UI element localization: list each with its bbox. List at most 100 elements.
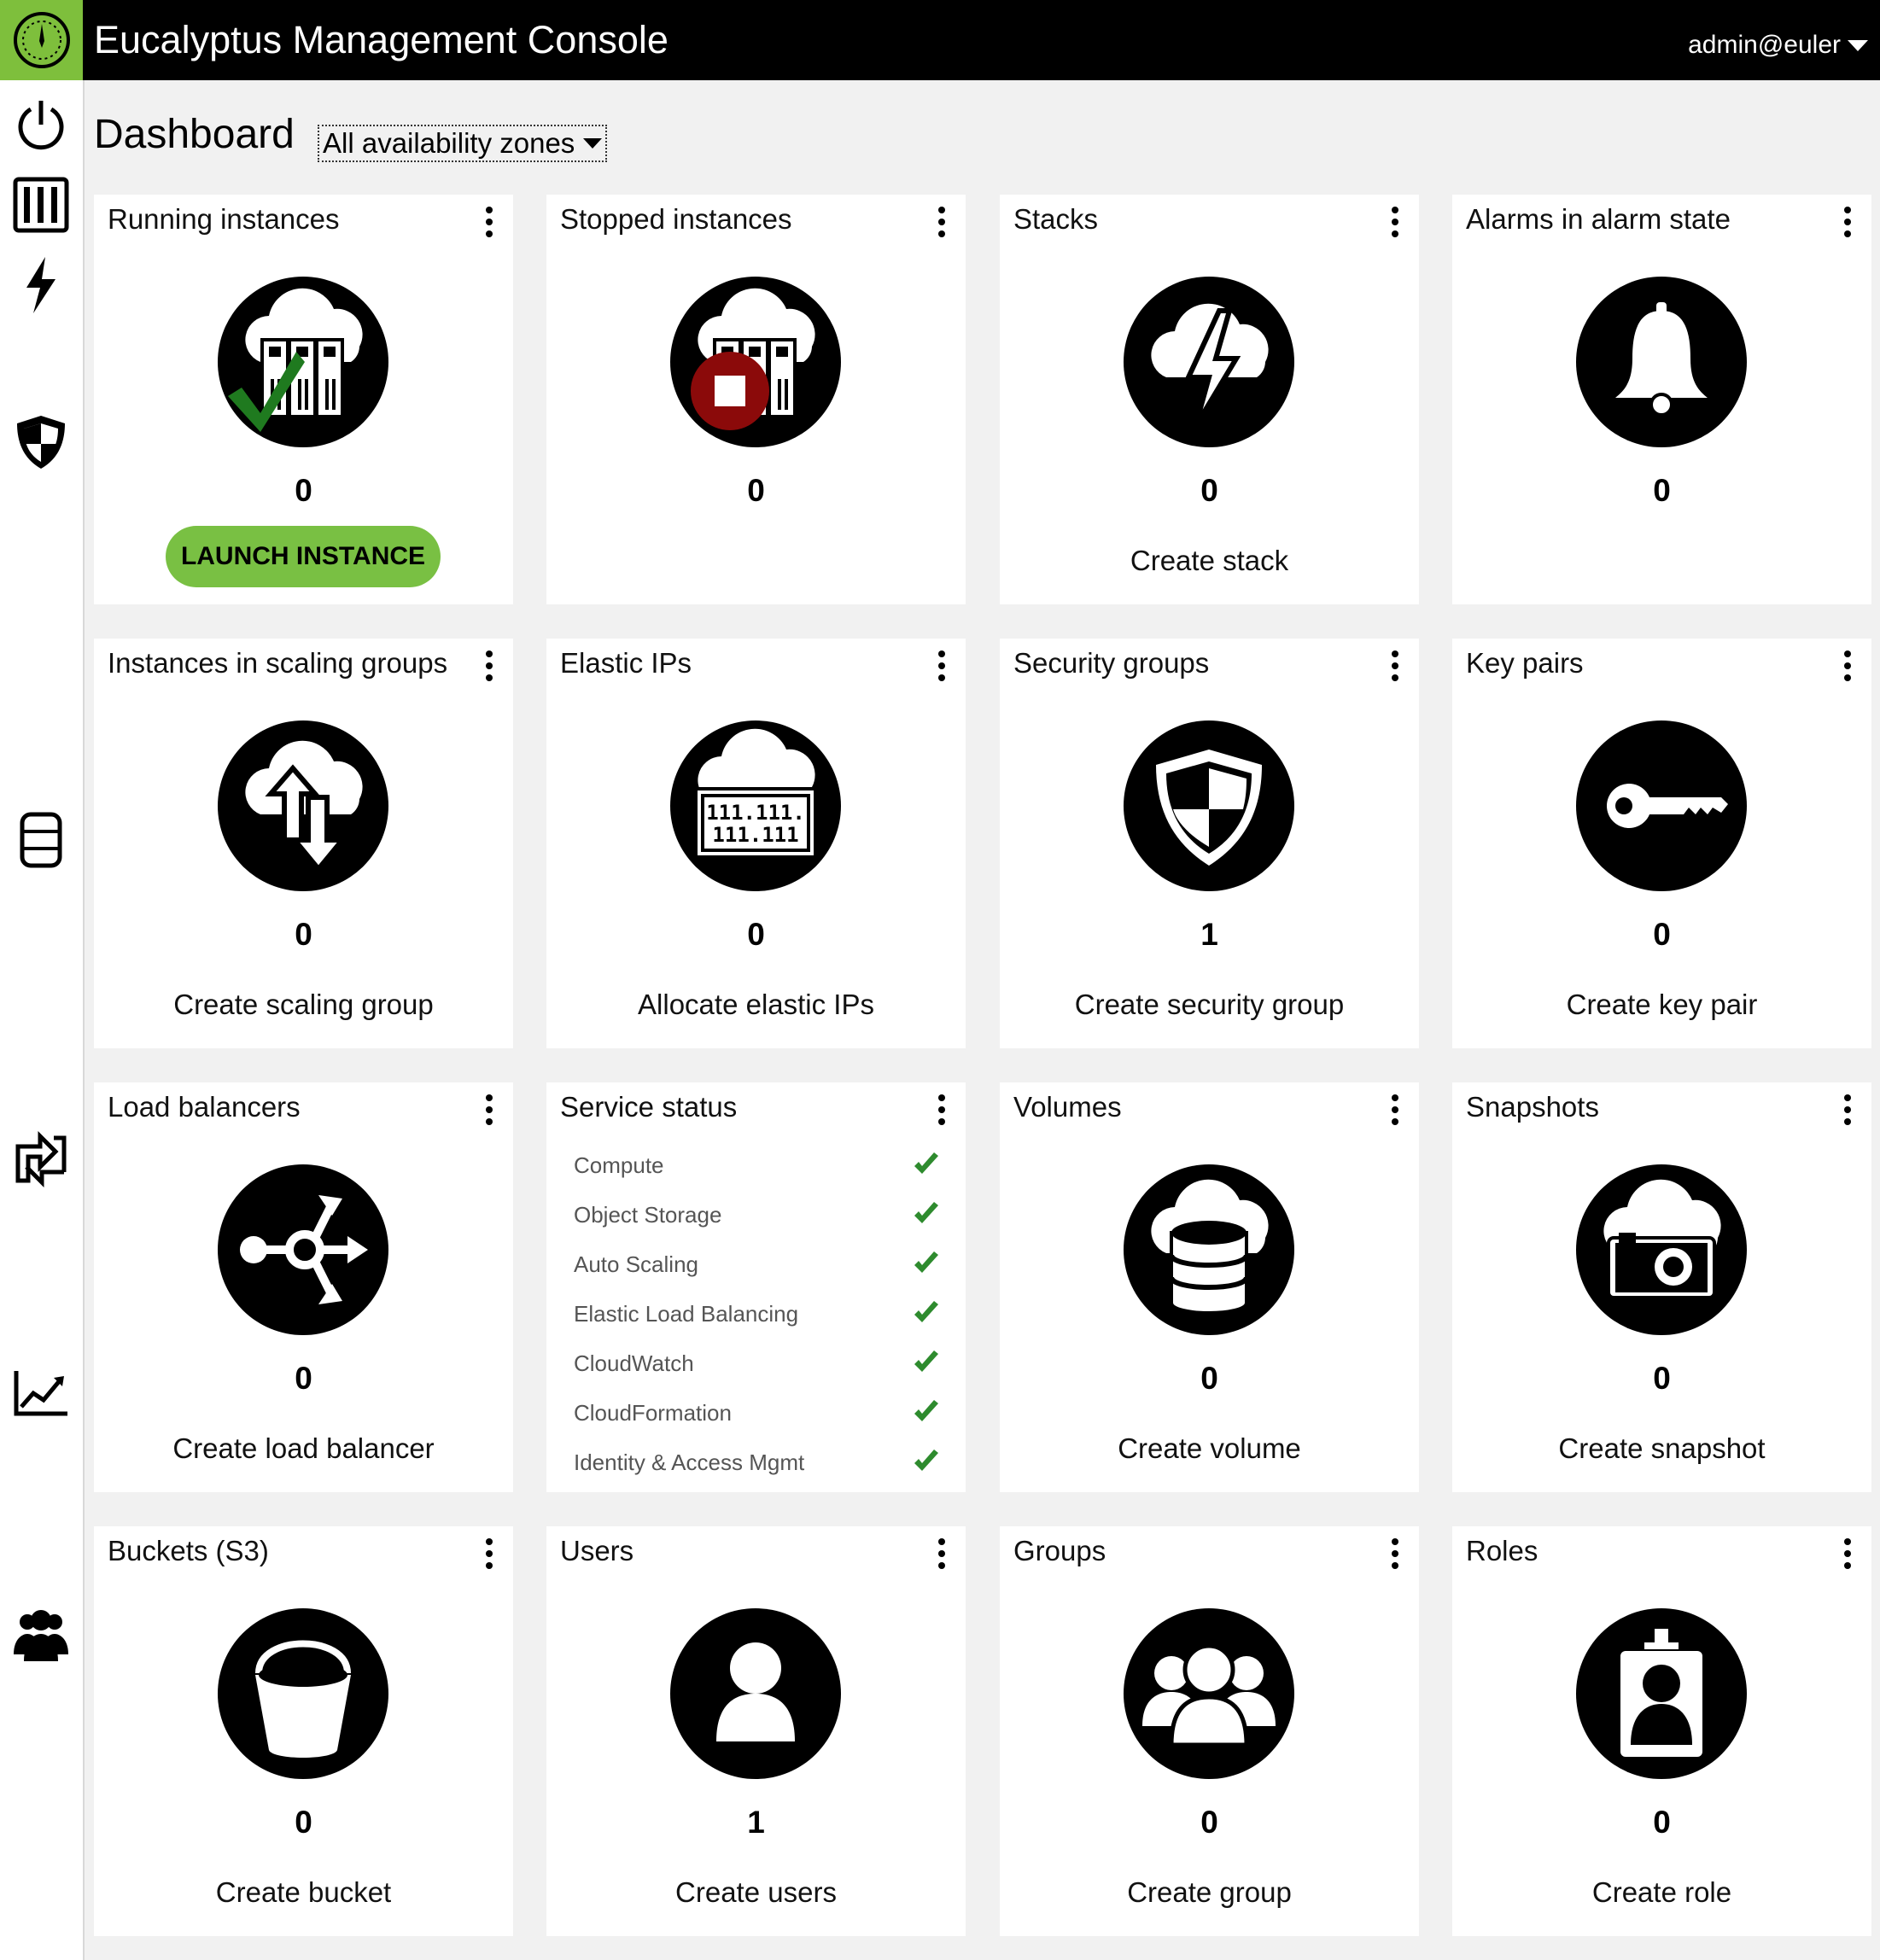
tile-title: Key pairs	[1466, 647, 1584, 679]
more-options-icon[interactable]	[484, 650, 494, 681]
more-options-icon[interactable]	[937, 1538, 947, 1569]
more-options-icon[interactable]	[937, 1094, 947, 1125]
tile-count: 0	[295, 1361, 312, 1396]
service-row: Identity & Access Mgmt	[574, 1438, 941, 1487]
more-options-icon[interactable]	[1390, 1094, 1400, 1125]
create-group-link[interactable]: Create group	[1000, 1876, 1419, 1909]
create-key-pair-link[interactable]: Create key pair	[1452, 989, 1871, 1021]
lightning-icon[interactable]	[9, 253, 73, 318]
more-options-icon[interactable]	[937, 650, 947, 681]
tile-stopped-instances: Stopped instances 0	[546, 195, 966, 604]
tile-title: Service status	[560, 1091, 738, 1123]
create-bucket-link[interactable]: Create bucket	[94, 1876, 513, 1909]
tile-buckets: Buckets (S3) 0 Create bucket	[94, 1526, 513, 1936]
scaling-group-icon[interactable]	[218, 720, 388, 891]
check-icon	[912, 1448, 941, 1477]
tile-title: Elastic IPs	[560, 647, 692, 679]
create-snapshot-link[interactable]: Create snapshot	[1452, 1432, 1871, 1465]
create-users-link[interactable]: Create users	[546, 1876, 966, 1909]
stacks-icon[interactable]	[1124, 277, 1294, 447]
create-security-group-link[interactable]: Create security group	[1000, 989, 1419, 1021]
elastic-ip-text-1: 111.111.	[706, 801, 805, 825]
create-load-balancer-link[interactable]: Create load balancer	[94, 1432, 513, 1465]
user-menu[interactable]: admin@euler	[1688, 0, 1868, 90]
more-options-icon[interactable]	[1390, 650, 1400, 681]
load-balancer-icon[interactable]	[218, 1164, 388, 1335]
check-icon	[912, 1349, 941, 1378]
users-icon[interactable]	[9, 1603, 73, 1668]
check-icon	[912, 1200, 941, 1229]
allocate-elastic-ips-link[interactable]: Allocate elastic IPs	[546, 989, 966, 1021]
user-icon[interactable]	[670, 1608, 841, 1779]
service-row: CloudFormation	[574, 1388, 941, 1438]
more-options-icon[interactable]	[1842, 207, 1853, 237]
service-row: Object Storage	[574, 1190, 941, 1240]
shield-icon[interactable]	[9, 410, 73, 475]
more-options-icon[interactable]	[1390, 207, 1400, 237]
availability-zone-value: All availability zones	[323, 127, 575, 159]
more-options-icon[interactable]	[1842, 1094, 1853, 1125]
top-bar: Eucalyptus Management Console admin@eule…	[0, 0, 1880, 80]
sidebar	[0, 80, 85, 1960]
tile-key-pairs: Key pairs 0 Create key pair	[1452, 639, 1871, 1048]
tile-title: Instances in scaling groups	[108, 647, 448, 679]
tile-title: Stacks	[1013, 203, 1099, 235]
chevron-down-icon	[583, 138, 603, 149]
more-options-icon[interactable]	[1842, 650, 1853, 681]
more-options-icon[interactable]	[1390, 1538, 1400, 1569]
tile-title: Users	[560, 1535, 634, 1566]
elastic-ip-text-2: 111.111	[712, 823, 798, 847]
more-options-icon[interactable]	[484, 207, 494, 237]
tile-stacks: Stacks 0 Create stack	[1000, 195, 1419, 604]
shield-icon[interactable]	[1124, 720, 1294, 891]
key-icon[interactable]	[1576, 720, 1747, 891]
tile-count: 0	[295, 1805, 312, 1840]
power-icon[interactable]	[9, 92, 73, 157]
group-icon[interactable]	[1124, 1608, 1294, 1779]
tile-count: 0	[1653, 1805, 1671, 1840]
tile-count: 0	[1200, 1805, 1218, 1840]
chevron-down-icon	[1848, 39, 1868, 51]
create-role-link[interactable]: Create role	[1452, 1876, 1871, 1909]
launch-instance-button[interactable]: LAUNCH INSTANCE	[166, 526, 441, 587]
server-rack-icon[interactable]	[9, 172, 73, 237]
bell-icon[interactable]	[1576, 277, 1747, 447]
check-icon	[912, 1151, 941, 1180]
tile-count: 0	[747, 473, 765, 508]
tile-title: Stopped instances	[560, 203, 792, 235]
database-icon[interactable]	[9, 808, 73, 872]
create-stack-link[interactable]: Create stack	[1000, 545, 1419, 577]
availability-zone-select[interactable]: All availability zones	[318, 125, 608, 162]
volume-icon[interactable]	[1124, 1164, 1294, 1335]
more-options-icon[interactable]	[484, 1538, 494, 1569]
tile-title: Roles	[1466, 1535, 1538, 1566]
stopped-instances-icon[interactable]	[670, 277, 841, 447]
tile-snapshots: Snapshots 0 Create snapshot	[1452, 1082, 1871, 1492]
more-options-icon[interactable]	[1842, 1538, 1853, 1569]
tile-roles: Roles 0 Create role	[1452, 1526, 1871, 1936]
create-volume-link[interactable]: Create volume	[1000, 1432, 1419, 1465]
tile-running-instances: Running instances 0 LAUNCH INSTANCE	[94, 195, 513, 604]
tile-title: Load balancers	[108, 1091, 301, 1123]
service-row: CloudWatch	[574, 1339, 941, 1388]
service-row: Elastic Load Balancing	[574, 1289, 941, 1339]
eucalyptus-logo-icon[interactable]	[0, 0, 83, 80]
elastic-ip-icon[interactable]: 111.111. 111.111	[670, 720, 841, 891]
check-icon	[912, 1250, 941, 1279]
more-options-icon[interactable]	[484, 1094, 494, 1125]
tile-title: Groups	[1013, 1535, 1106, 1566]
tile-volumes: Volumes 0 Create volume	[1000, 1082, 1419, 1492]
tile-count: 0	[295, 917, 312, 952]
chart-icon[interactable]	[9, 1361, 73, 1426]
id-badge-icon[interactable]	[1576, 1608, 1747, 1779]
running-instances-icon[interactable]	[218, 277, 388, 447]
camera-icon[interactable]	[1576, 1164, 1747, 1335]
bucket-icon[interactable]	[218, 1608, 388, 1779]
service-name: Auto Scaling	[574, 1251, 698, 1277]
more-options-icon[interactable]	[937, 207, 947, 237]
create-scaling-group-link[interactable]: Create scaling group	[94, 989, 513, 1021]
service-name: Elastic Load Balancing	[574, 1301, 799, 1327]
tile-count: 0	[1653, 917, 1671, 952]
transfer-icon[interactable]	[9, 1127, 73, 1192]
service-name: Object Storage	[574, 1202, 722, 1228]
